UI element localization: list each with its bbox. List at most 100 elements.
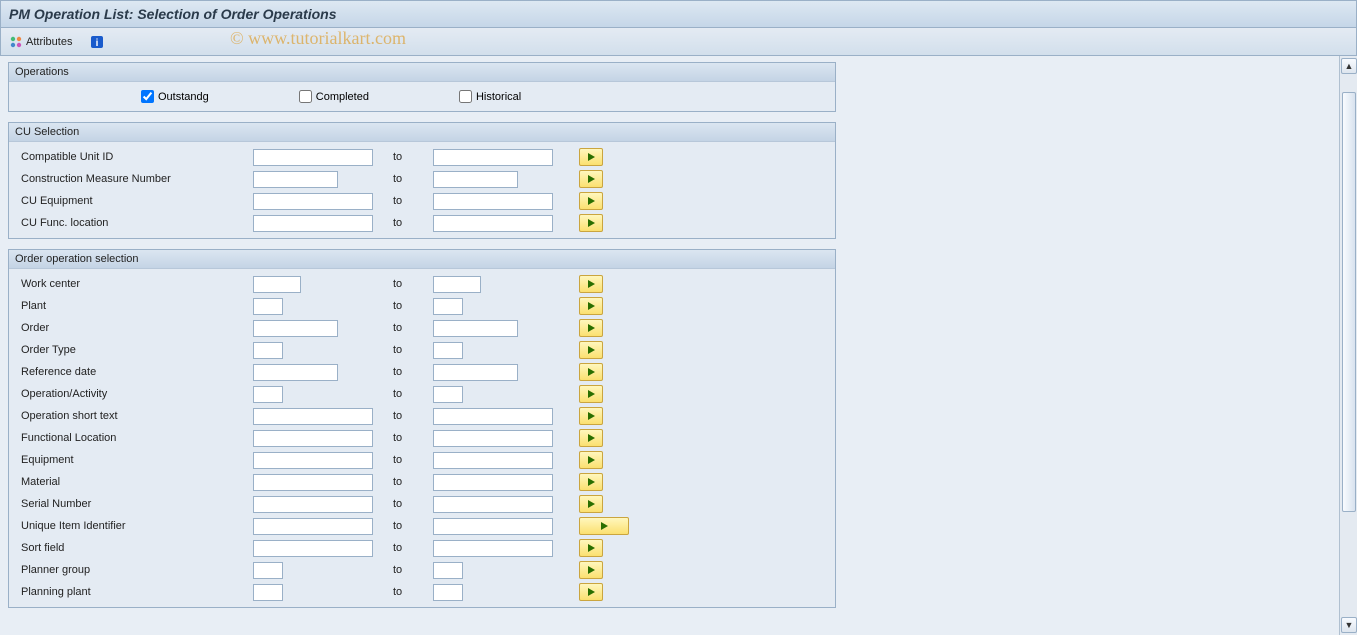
multiple-selection-button[interactable]	[579, 517, 629, 535]
arrow-right-icon	[588, 175, 595, 183]
to-input[interactable]	[433, 342, 463, 359]
multiple-selection-button[interactable]	[579, 385, 603, 403]
from-input[interactable]	[253, 364, 338, 381]
title-bar: PM Operation List: Selection of Order Op…	[0, 0, 1357, 28]
to-input[interactable]	[433, 562, 463, 579]
selection-row: Reference date to	[21, 361, 827, 383]
multiple-selection-button[interactable]	[579, 192, 603, 210]
from-input[interactable]	[253, 298, 283, 315]
selection-row: Planning plantto	[21, 581, 827, 603]
to-label: to	[393, 542, 433, 554]
checkbox-completed[interactable]: Completed	[299, 90, 369, 103]
row-label: Reference date	[21, 366, 253, 378]
row-label: Plant	[21, 300, 253, 312]
multiple-selection-button[interactable]	[579, 148, 603, 166]
multiple-selection-button[interactable]	[579, 170, 603, 188]
from-input[interactable]	[253, 474, 373, 491]
from-input[interactable]	[253, 562, 283, 579]
multiple-selection-button[interactable]	[579, 275, 603, 293]
from-input[interactable]	[253, 496, 373, 513]
to-input[interactable]	[433, 430, 553, 447]
multiple-selection-button[interactable]	[579, 561, 603, 579]
info-button[interactable]: i	[90, 35, 104, 49]
checkbox-historical-input[interactable]	[459, 90, 472, 103]
multiple-selection-button[interactable]	[579, 341, 603, 359]
to-input[interactable]	[433, 193, 553, 210]
attributes-button[interactable]: Attributes	[9, 35, 72, 49]
to-input[interactable]	[433, 496, 553, 513]
to-input[interactable]	[433, 298, 463, 315]
from-input[interactable]	[253, 408, 373, 425]
to-input[interactable]	[433, 584, 463, 601]
multiple-selection-button[interactable]	[579, 451, 603, 469]
checkbox-outstanding[interactable]: Outstandg	[141, 90, 209, 103]
to-input[interactable]	[433, 540, 553, 557]
chevron-up-icon: ▲	[1345, 61, 1354, 71]
multiple-selection-button[interactable]	[579, 319, 603, 337]
selection-row: CU Func. locationto	[21, 212, 827, 234]
to-label: to	[393, 173, 433, 185]
multiple-selection-button[interactable]	[579, 583, 603, 601]
checkbox-completed-input[interactable]	[299, 90, 312, 103]
from-input[interactable]	[253, 276, 301, 293]
from-input[interactable]	[253, 320, 338, 337]
multiple-selection-button[interactable]	[579, 407, 603, 425]
row-label: Unique Item Identifier	[21, 520, 253, 532]
row-label: Compatible Unit ID	[21, 151, 253, 163]
scroll-thumb[interactable]	[1342, 92, 1356, 512]
from-input[interactable]	[253, 540, 373, 557]
from-input[interactable]	[253, 171, 338, 188]
from-input[interactable]	[253, 430, 373, 447]
to-input[interactable]	[433, 408, 553, 425]
from-input[interactable]	[253, 342, 283, 359]
attributes-icon	[9, 35, 23, 49]
multiple-selection-button[interactable]	[579, 363, 603, 381]
selection-row: CU Equipmentto	[21, 190, 827, 212]
to-label: to	[393, 366, 433, 378]
to-input[interactable]	[433, 474, 553, 491]
arrow-right-icon	[588, 219, 595, 227]
to-input[interactable]	[433, 320, 518, 337]
checkbox-historical[interactable]: Historical	[459, 90, 521, 103]
to-label: to	[393, 388, 433, 400]
to-label: to	[393, 410, 433, 422]
content-area: Operations Outstandg Completed Historica…	[0, 56, 1339, 635]
multiple-selection-button[interactable]	[579, 297, 603, 315]
from-input[interactable]	[253, 193, 373, 210]
to-input[interactable]	[433, 149, 553, 166]
vertical-scrollbar[interactable]: ▲ ▼	[1339, 56, 1357, 635]
multiple-selection-button[interactable]	[579, 539, 603, 557]
to-input[interactable]	[433, 364, 518, 381]
to-input[interactable]	[433, 276, 481, 293]
to-input[interactable]	[433, 452, 553, 469]
from-input[interactable]	[253, 215, 373, 232]
arrow-right-icon	[588, 197, 595, 205]
from-input[interactable]	[253, 452, 373, 469]
from-input[interactable]	[253, 149, 373, 166]
to-input[interactable]	[433, 171, 518, 188]
to-label: to	[393, 454, 433, 466]
to-input[interactable]	[433, 386, 463, 403]
multiple-selection-button[interactable]	[579, 495, 603, 513]
scroll-up-button[interactable]: ▲	[1341, 58, 1357, 74]
from-input[interactable]	[253, 518, 373, 535]
from-input[interactable]	[253, 584, 283, 601]
row-label: Construction Measure Number	[21, 173, 253, 185]
to-label: to	[393, 344, 433, 356]
row-label: Work center	[21, 278, 253, 290]
chevron-down-icon: ▼	[1345, 620, 1354, 630]
selection-row: Serial Numberto	[21, 493, 827, 515]
to-input[interactable]	[433, 518, 553, 535]
selection-row: Functional Locationto	[21, 427, 827, 449]
to-label: to	[393, 278, 433, 290]
multiple-selection-button[interactable]	[579, 473, 603, 491]
selection-row: Operation/Activityto	[21, 383, 827, 405]
checkbox-outstanding-input[interactable]	[141, 90, 154, 103]
selection-row: Orderto	[21, 317, 827, 339]
selection-row: Operation short textto	[21, 405, 827, 427]
to-input[interactable]	[433, 215, 553, 232]
multiple-selection-button[interactable]	[579, 429, 603, 447]
scroll-down-button[interactable]: ▼	[1341, 617, 1357, 633]
from-input[interactable]	[253, 386, 283, 403]
multiple-selection-button[interactable]	[579, 214, 603, 232]
